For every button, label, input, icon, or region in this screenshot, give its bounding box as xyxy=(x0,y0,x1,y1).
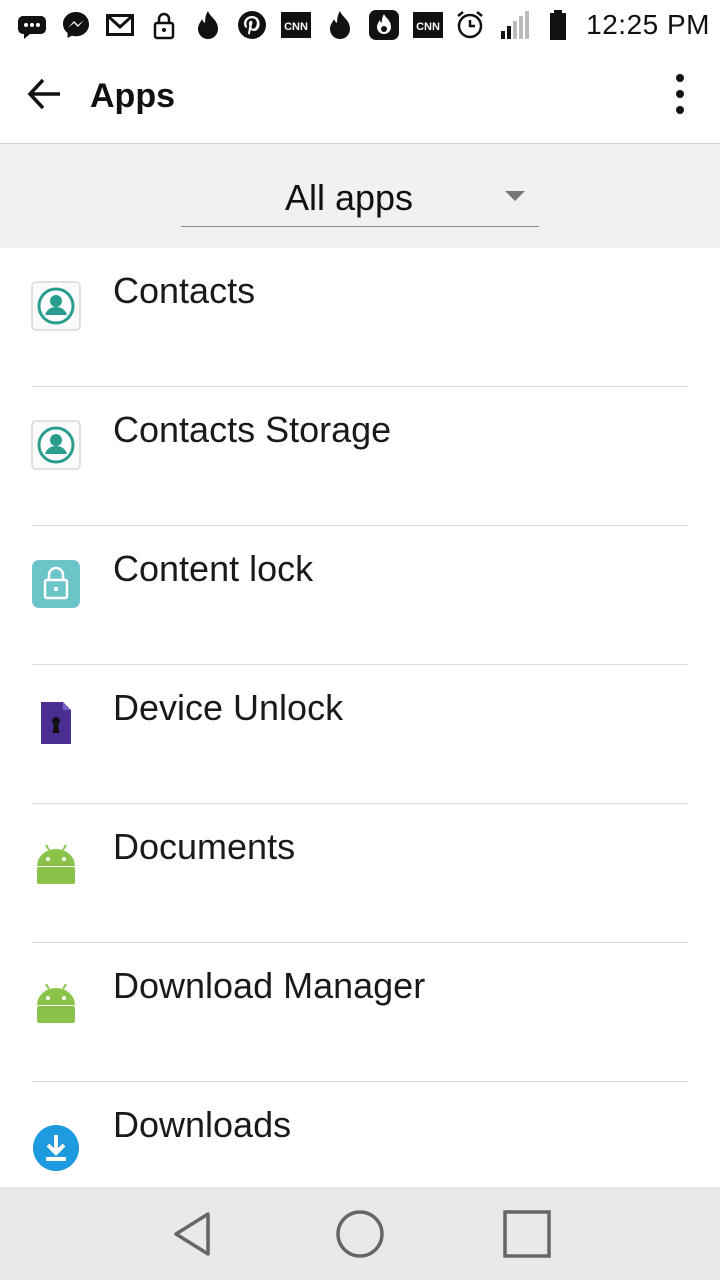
signal-icon xyxy=(498,9,530,41)
notification-icons: CNN CNN xyxy=(16,9,454,41)
app-name: Documents xyxy=(113,826,296,867)
app-bar: Apps xyxy=(0,50,720,144)
downloads-icon xyxy=(30,1122,82,1174)
back-arrow-icon xyxy=(26,75,64,118)
more-vert-icon xyxy=(675,73,685,120)
nav-recents-button[interactable] xyxy=(492,1199,562,1269)
android-icon xyxy=(30,975,82,1027)
filter-bar: All apps xyxy=(0,145,720,248)
battery-icon xyxy=(542,9,574,41)
app-name: Device Unlock xyxy=(113,687,344,728)
navigation-bar xyxy=(0,1187,720,1280)
tinder-icon xyxy=(192,9,224,41)
app-name: Content lock xyxy=(113,548,314,589)
contacts-storage-icon xyxy=(30,419,82,471)
home-circle-icon xyxy=(333,1207,387,1261)
tinder-icon xyxy=(324,9,356,41)
status-bar: CNN CNN 12:25 PM xyxy=(0,0,720,50)
back-triangle-icon xyxy=(166,1207,220,1261)
hot-app-icon xyxy=(368,9,400,41)
status-time: 12:25 PM xyxy=(586,9,710,40)
more-messages-icon xyxy=(16,9,48,41)
list-item-contacts-storage[interactable]: Contacts Storage xyxy=(0,387,720,526)
list-item-device-unlock[interactable]: Device Unlock xyxy=(0,665,720,804)
svg-text:CNN: CNN xyxy=(284,21,308,33)
pinterest-icon xyxy=(236,9,268,41)
back-button[interactable] xyxy=(0,50,90,144)
app-name: Download Manager xyxy=(113,965,426,1006)
list-item-download-manager[interactable]: Download Manager xyxy=(0,943,720,1082)
filter-selected-label: All apps xyxy=(284,177,414,218)
overflow-menu-button[interactable] xyxy=(640,50,720,144)
system-status: 12:25 PM xyxy=(454,9,710,41)
app-filter-dropdown[interactable]: All apps xyxy=(181,170,539,227)
lock-icon xyxy=(148,9,180,41)
recents-square-icon xyxy=(500,1207,554,1261)
nav-back-button[interactable] xyxy=(158,1199,228,1269)
list-item-downloads[interactable]: Downloads xyxy=(0,1082,720,1187)
android-icon xyxy=(30,836,82,888)
app-list: Contacts Contacts Storage Content lock D… xyxy=(0,248,720,1187)
page-title: Apps xyxy=(90,77,175,115)
device-unlock-icon xyxy=(30,697,82,749)
cnn-icon: CNN xyxy=(412,9,444,41)
app-name: Contacts Storage xyxy=(113,409,392,450)
svg-text:CNN: CNN xyxy=(416,21,440,33)
cnn-icon: CNN xyxy=(280,9,312,41)
app-name: Downloads xyxy=(113,1104,292,1145)
contacts-icon xyxy=(30,280,82,332)
list-item-content-lock[interactable]: Content lock xyxy=(0,526,720,665)
app-name: Contacts xyxy=(113,270,256,311)
nav-home-button[interactable] xyxy=(325,1199,395,1269)
alarm-icon xyxy=(454,9,486,41)
list-item-documents[interactable]: Documents xyxy=(0,804,720,943)
gmail-icon xyxy=(104,9,136,41)
messenger-icon xyxy=(60,9,92,41)
dropdown-caret-icon xyxy=(505,191,525,201)
content-lock-icon xyxy=(30,558,82,610)
list-item-contacts[interactable]: Contacts xyxy=(0,248,720,387)
